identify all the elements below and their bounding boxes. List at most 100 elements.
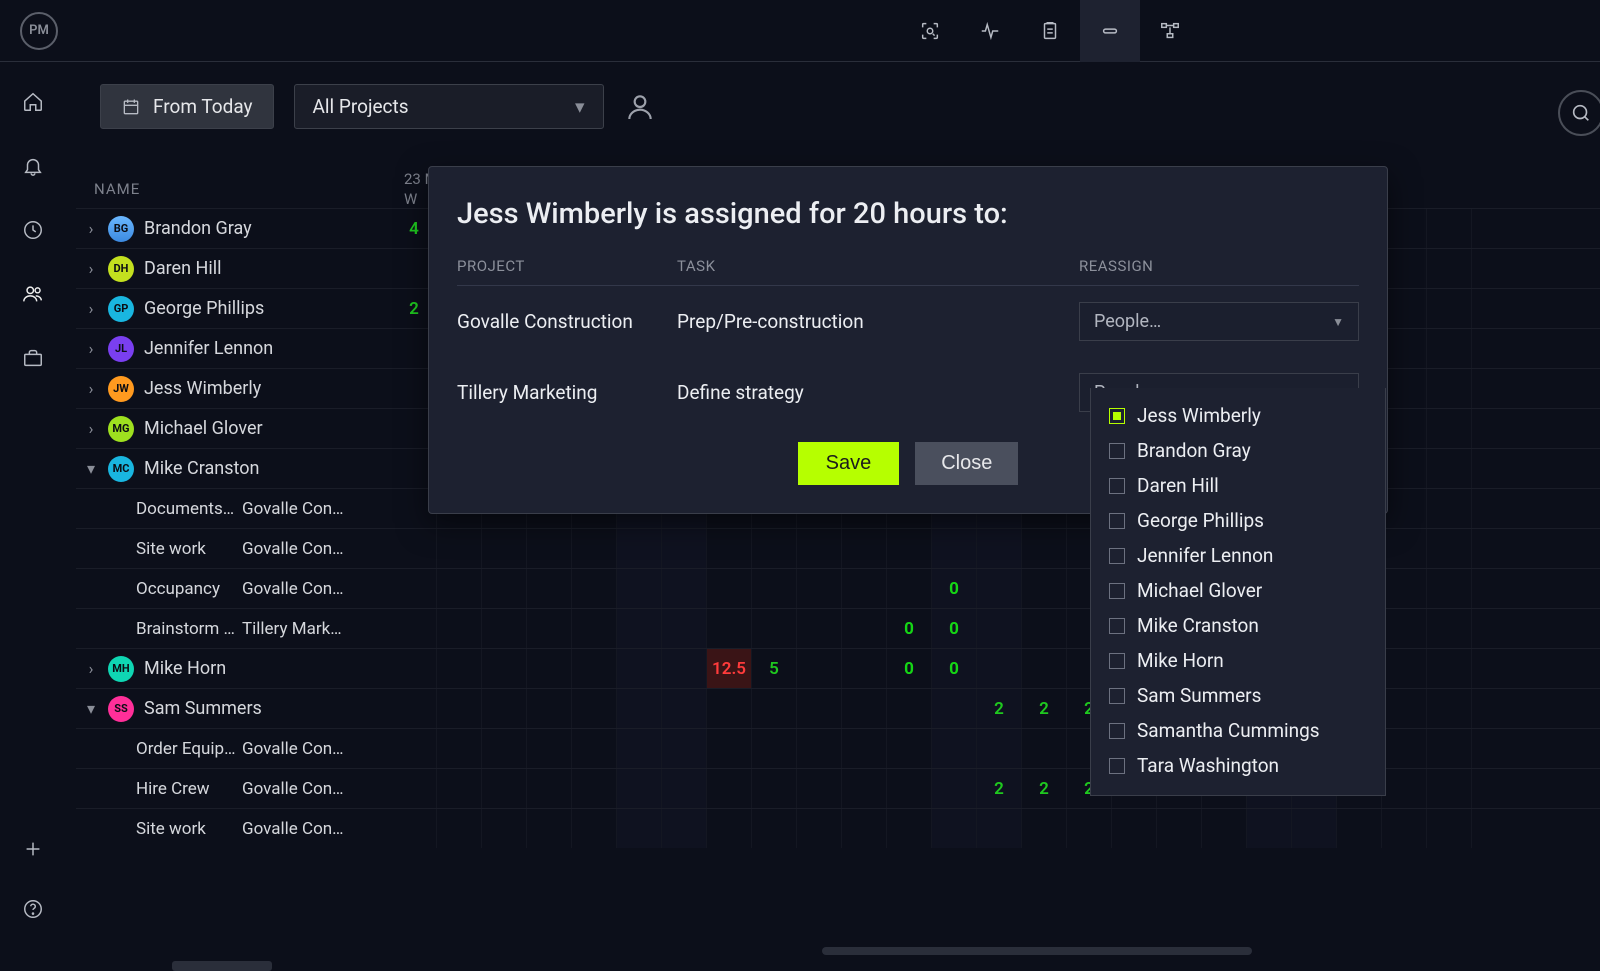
person-row[interactable]: ›JWJess Wimberly: [76, 368, 392, 408]
checkbox[interactable]: [1109, 513, 1125, 529]
grid-cell[interactable]: [572, 569, 617, 608]
grid-cell[interactable]: [482, 649, 527, 688]
grid-cell[interactable]: [392, 809, 437, 848]
grid-cell[interactable]: [617, 569, 662, 608]
grid-cell[interactable]: [932, 769, 977, 808]
grid-cell[interactable]: [887, 729, 932, 768]
grid-cell[interactable]: [752, 809, 797, 848]
task-row[interactable]: Documents …Govalle Con…: [76, 488, 392, 528]
grid-cell[interactable]: [752, 609, 797, 648]
app-logo[interactable]: PM: [20, 12, 58, 50]
grid-cell[interactable]: [1382, 489, 1427, 528]
person-row[interactable]: ▾SSSam Summers: [76, 688, 392, 728]
bell-icon[interactable]: [13, 146, 53, 186]
grid-cell[interactable]: 0: [932, 649, 977, 688]
grid-cell[interactable]: [437, 569, 482, 608]
expand-chevron-icon[interactable]: ▾: [84, 459, 98, 478]
grid-cell[interactable]: [617, 649, 662, 688]
grid-cell[interactable]: [1427, 209, 1472, 248]
grid-cell[interactable]: [1427, 729, 1472, 768]
person-row[interactable]: ›DHDaren Hill: [76, 248, 392, 288]
grid-cell[interactable]: [887, 569, 932, 608]
checkbox[interactable]: [1109, 583, 1125, 599]
grid-cell[interactable]: [707, 809, 752, 848]
grid-cell[interactable]: [1382, 369, 1427, 408]
dropdown-item[interactable]: Michael Glover: [1091, 573, 1385, 608]
grid-cell[interactable]: [437, 729, 482, 768]
grid-cell[interactable]: [572, 689, 617, 728]
grid-cell[interactable]: [437, 609, 482, 648]
dropdown-item[interactable]: Jess Wimberly: [1091, 398, 1385, 433]
expand-chevron-icon[interactable]: ›: [84, 419, 98, 438]
grid-cell[interactable]: [617, 689, 662, 728]
grid-cell[interactable]: [797, 729, 842, 768]
grid-cell[interactable]: 2: [1022, 689, 1067, 728]
grid-cell[interactable]: [1382, 329, 1427, 368]
person-filter-icon[interactable]: [624, 91, 656, 123]
grid-cell[interactable]: [1427, 689, 1472, 728]
checkbox[interactable]: [1109, 408, 1125, 424]
clock-icon[interactable]: [13, 210, 53, 250]
grid-cell[interactable]: [707, 609, 752, 648]
dropdown-item[interactable]: Brandon Gray: [1091, 433, 1385, 468]
activity-icon[interactable]: [960, 0, 1020, 62]
grid-cell[interactable]: [797, 569, 842, 608]
grid-cell[interactable]: [1427, 529, 1472, 568]
save-button[interactable]: Save: [798, 442, 900, 485]
grid-cell[interactable]: [572, 809, 617, 848]
grid-cell[interactable]: [977, 529, 1022, 568]
grid-cell[interactable]: 12.5: [707, 649, 752, 688]
grid-cell[interactable]: [752, 529, 797, 568]
grid-cell[interactable]: [572, 769, 617, 808]
grid-cell[interactable]: 0: [932, 609, 977, 648]
grid-cell[interactable]: [707, 529, 752, 568]
checkbox[interactable]: [1109, 478, 1125, 494]
task-row[interactable]: Hire CrewGovalle Con…: [76, 768, 392, 808]
scan-icon[interactable]: [900, 0, 960, 62]
grid-cell[interactable]: [527, 529, 572, 568]
grid-cell[interactable]: [1382, 209, 1427, 248]
grid-cell[interactable]: [437, 529, 482, 568]
grid-cell[interactable]: [932, 729, 977, 768]
grid-cell[interactable]: [707, 729, 752, 768]
plus-icon[interactable]: [13, 829, 53, 869]
projects-select[interactable]: All Projects ▾: [294, 84, 604, 129]
grid-cell[interactable]: [392, 529, 437, 568]
dropdown-item[interactable]: Samantha Cummings: [1091, 713, 1385, 748]
grid-cell[interactable]: [1337, 809, 1382, 848]
dropdown-item[interactable]: George Phillips: [1091, 503, 1385, 538]
grid-cell[interactable]: [527, 729, 572, 768]
grid-cell[interactable]: [1382, 809, 1427, 848]
grid-cell[interactable]: [1157, 809, 1202, 848]
home-icon[interactable]: [13, 82, 53, 122]
grid-cell[interactable]: 2: [1022, 769, 1067, 808]
grid-cell[interactable]: [842, 529, 887, 568]
grid-cell[interactable]: [662, 649, 707, 688]
grid-cell[interactable]: [662, 729, 707, 768]
grid-cell[interactable]: [662, 689, 707, 728]
dropdown-item[interactable]: Sam Summers: [1091, 678, 1385, 713]
grid-cell[interactable]: [752, 729, 797, 768]
grid-cell[interactable]: [1382, 249, 1427, 288]
grid-cell[interactable]: 2: [977, 689, 1022, 728]
grid-cell[interactable]: [1427, 489, 1472, 528]
grid-cell[interactable]: [572, 729, 617, 768]
grid-cell[interactable]: [527, 649, 572, 688]
grid-cell[interactable]: [527, 569, 572, 608]
grid-cell[interactable]: [1382, 529, 1427, 568]
grid-cell[interactable]: 0: [887, 649, 932, 688]
grid-cell[interactable]: [1202, 809, 1247, 848]
checkbox[interactable]: [1109, 548, 1125, 564]
grid-cell[interactable]: [797, 529, 842, 568]
grid-cell[interactable]: [662, 529, 707, 568]
expand-chevron-icon[interactable]: ›: [84, 299, 98, 318]
grid-cell[interactable]: [392, 609, 437, 648]
reassign-select[interactable]: People… ▼: [1079, 302, 1359, 341]
grid-cell[interactable]: [482, 729, 527, 768]
grid-cell[interactable]: [527, 809, 572, 848]
grid-cell[interactable]: [1382, 409, 1427, 448]
grid-cell[interactable]: [392, 769, 437, 808]
grid-cell[interactable]: [527, 609, 572, 648]
grid-cell[interactable]: [1292, 809, 1337, 848]
grid-cell[interactable]: [1022, 809, 1067, 848]
